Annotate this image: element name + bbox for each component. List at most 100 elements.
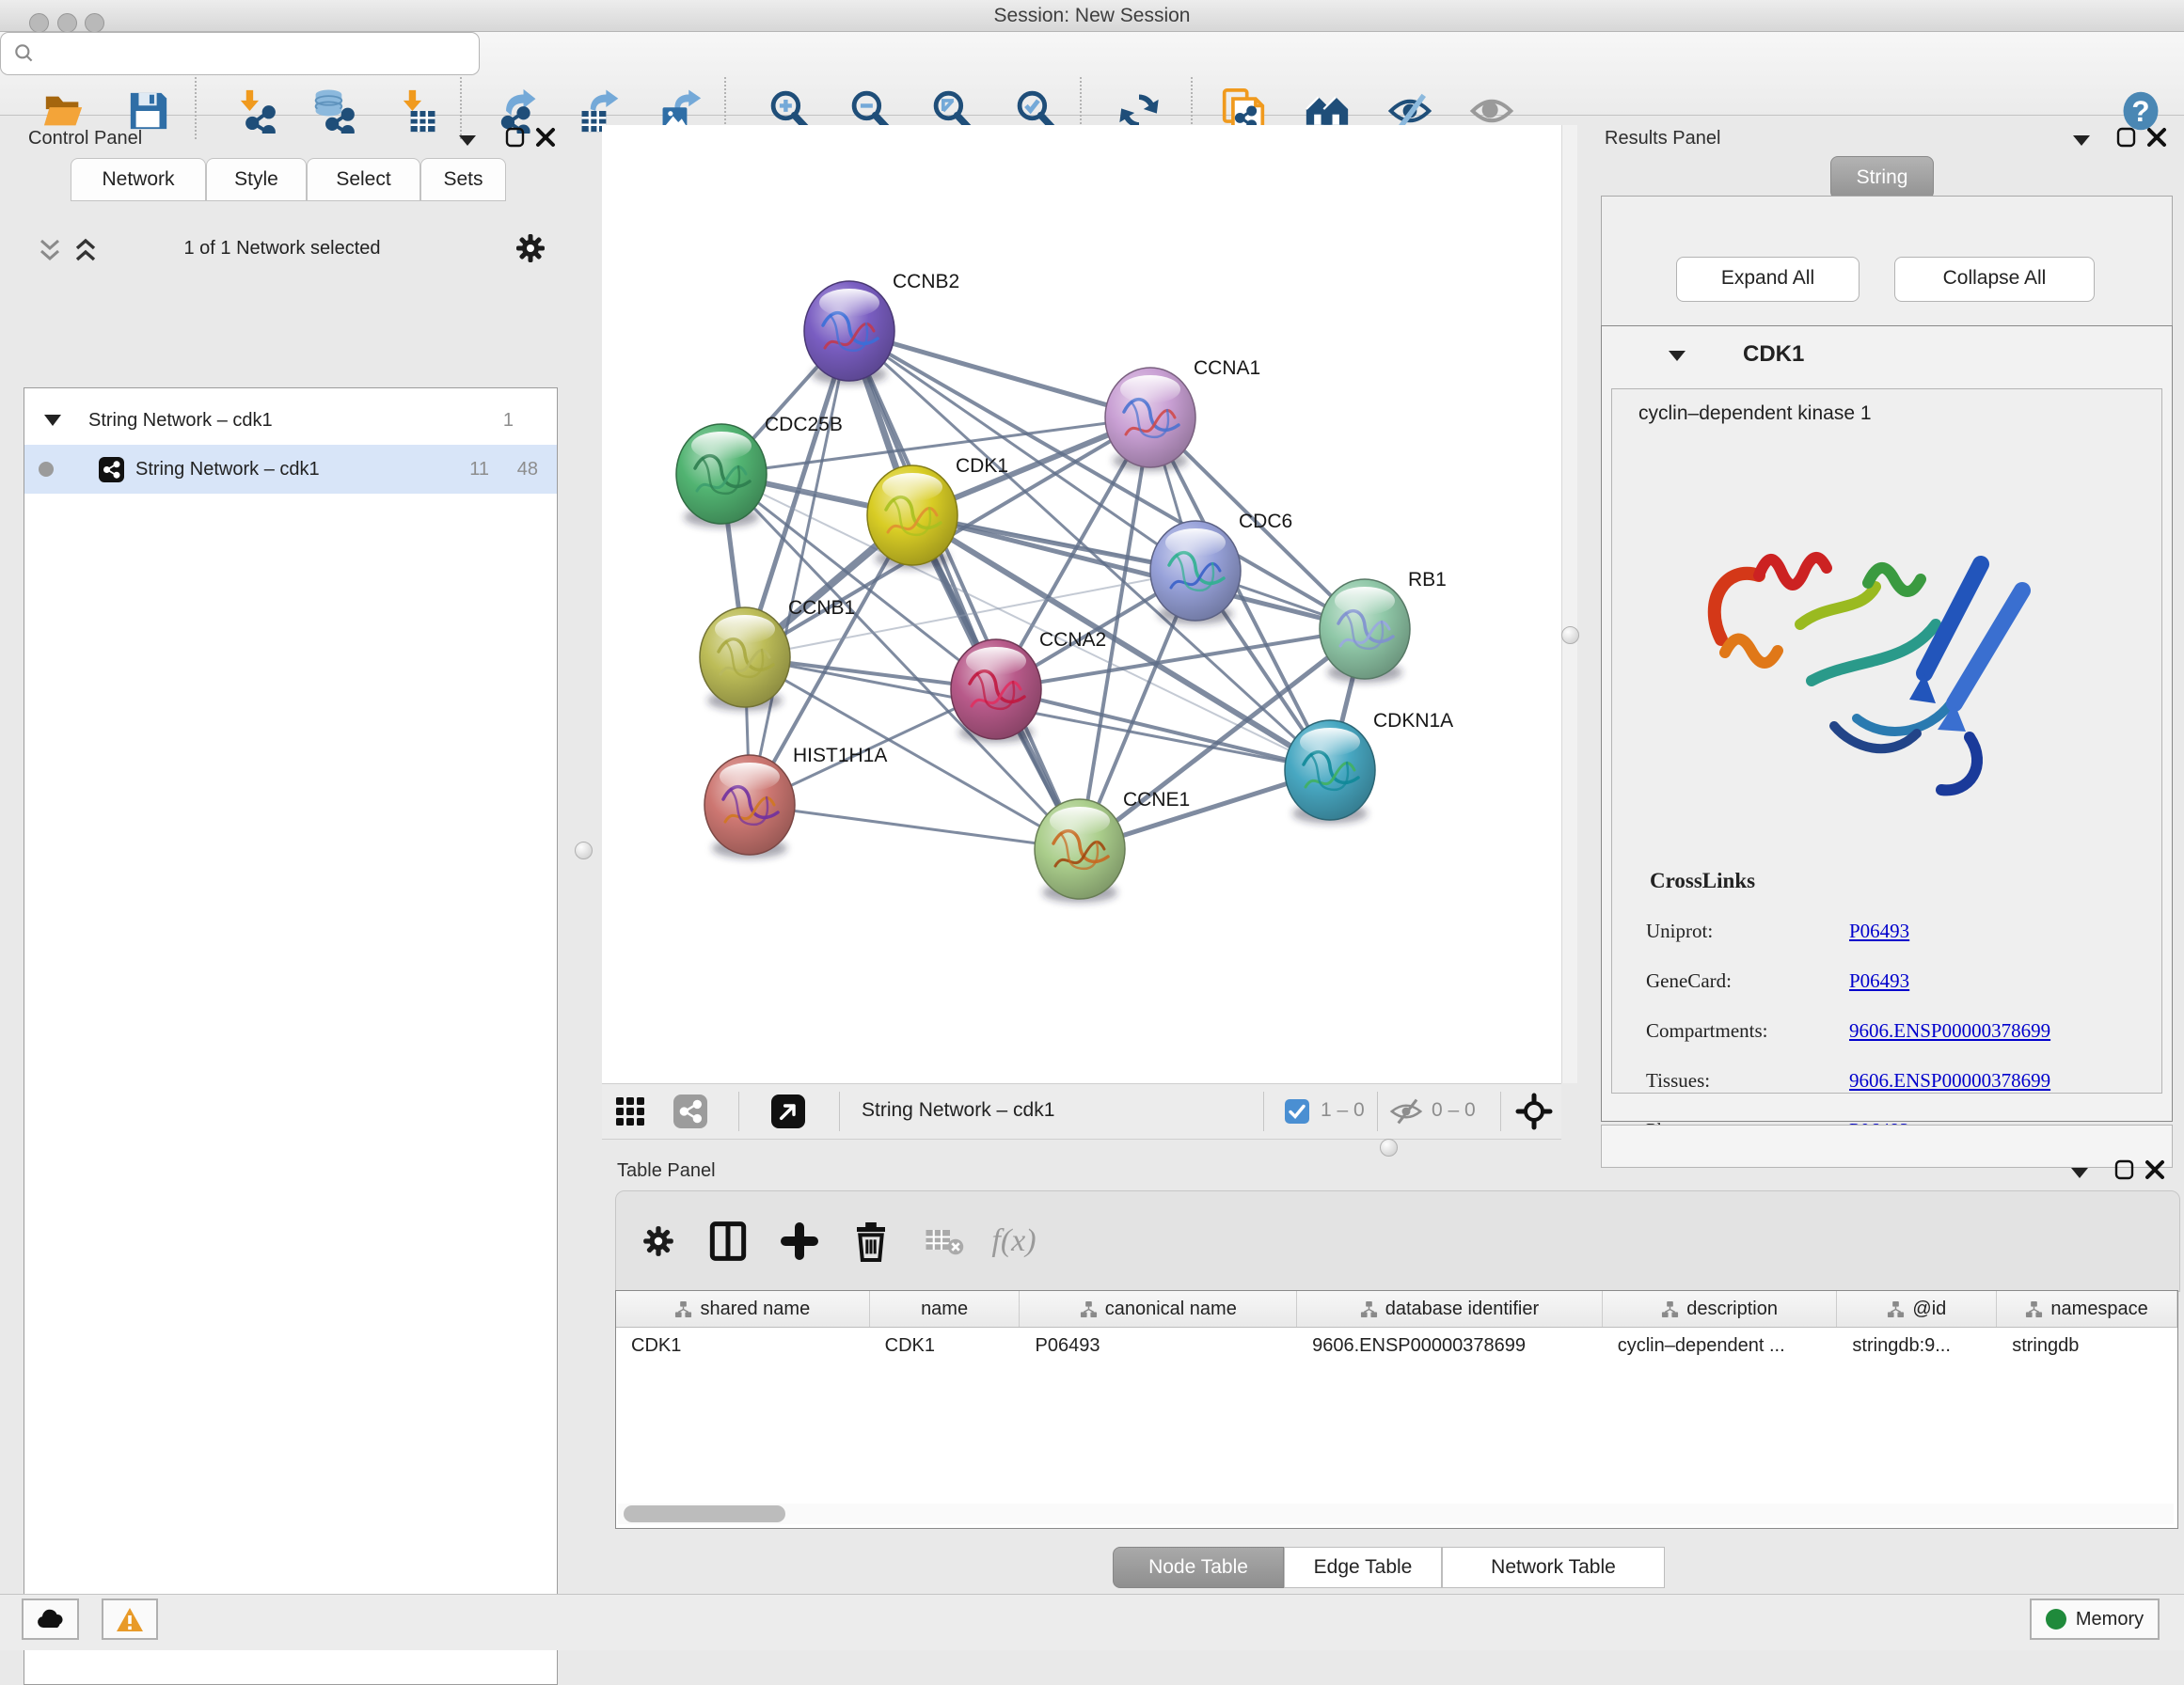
- netbar-divider: [839, 1092, 840, 1131]
- column-header-label: shared name: [700, 1299, 810, 1320]
- network-edge[interactable]: [750, 805, 1080, 849]
- warnings-button[interactable]: [102, 1598, 158, 1640]
- column-type-icon: [1080, 1300, 1098, 1318]
- memory-button[interactable]: Memory: [2030, 1598, 2160, 1640]
- expand-all-icon[interactable]: [71, 235, 100, 267]
- network-collection-row[interactable]: String Network – cdk1 1: [24, 396, 557, 445]
- show-columns-icon[interactable]: [703, 1216, 753, 1267]
- add-column-icon[interactable]: [774, 1216, 825, 1267]
- network-edge[interactable]: [996, 689, 1330, 770]
- table-cell[interactable]: CDK1: [870, 1328, 1021, 1363]
- node-label: RB1: [1408, 569, 1447, 591]
- network-edge[interactable]: [750, 331, 849, 805]
- entry-name: CDK1: [1743, 341, 1804, 368]
- entry-collapse-icon[interactable]: [1667, 349, 1687, 362]
- table-cell[interactable]: CDK1: [616, 1328, 870, 1363]
- panel-float-icon[interactable]: [2115, 126, 2138, 149]
- collapse-all-button[interactable]: Collapse All: [1894, 257, 2095, 302]
- panel-menu-icon[interactable]: [2069, 1166, 2090, 1179]
- tab-select[interactable]: Select: [307, 158, 420, 201]
- network-view-toolbar: String Network – cdk1 1 – 0 0 – 0: [602, 1083, 1561, 1140]
- tab-string[interactable]: String: [1830, 156, 1934, 199]
- table-settings-gear-icon[interactable]: [633, 1216, 684, 1267]
- column-header[interactable]: description: [1603, 1291, 1838, 1327]
- crosslink-label: GeneCard:: [1646, 969, 1732, 993]
- node-count: 11: [469, 459, 489, 480]
- gear-icon[interactable]: [514, 231, 547, 265]
- network-edge[interactable]: [849, 331, 1080, 849]
- selected-checkbox-icon[interactable]: [1285, 1099, 1309, 1124]
- table-hscrollbar-thumb[interactable]: [624, 1505, 785, 1522]
- table-hscrollbar[interactable]: [618, 1504, 2174, 1524]
- panel-close-icon[interactable]: [2145, 126, 2168, 149]
- results-panel-title: Results Panel: [1605, 128, 1720, 150]
- tab-node-table[interactable]: Node Table: [1113, 1547, 1284, 1588]
- crosslink-link[interactable]: 9606.ENSP00000378699: [1849, 1019, 2050, 1043]
- search-input[interactable]: [0, 32, 480, 75]
- network-node[interactable]: CCNA1: [1105, 357, 1260, 471]
- column-header-label: database identifier: [1385, 1299, 1539, 1320]
- cloud-button[interactable]: [22, 1598, 79, 1640]
- column-type-icon: [674, 1300, 692, 1318]
- network-node[interactable]: CCNB1: [700, 597, 855, 711]
- network-canvas[interactable]: CCNB2CCNA1CDC25BCDK1CDC6RB1CCNB1CCNA2CDK…: [602, 125, 1561, 1083]
- node-label: CCNE1: [1123, 789, 1190, 811]
- open-in-window-icon[interactable]: [771, 1094, 805, 1128]
- crosslink-link[interactable]: 9606.ENSP00000378699: [1849, 1069, 2050, 1093]
- protein-structure-image: [1687, 493, 2082, 841]
- results-controls: Expand All Collapse All: [1601, 196, 2173, 327]
- column-header-label: name: [921, 1299, 968, 1320]
- crosslink-label: Uniprot:: [1646, 920, 1713, 943]
- network-edge[interactable]: [849, 331, 1150, 417]
- column-header[interactable]: name: [870, 1291, 1021, 1327]
- crosshair-icon[interactable]: [1515, 1093, 1553, 1130]
- column-type-icon: [2025, 1300, 2043, 1318]
- expand-all-button[interactable]: Expand All: [1676, 257, 1860, 302]
- delete-table-icon: [919, 1216, 970, 1267]
- panel-menu-icon[interactable]: [2071, 134, 2092, 147]
- tab-style[interactable]: Style: [206, 158, 307, 201]
- panel-close-icon[interactable]: [534, 126, 557, 149]
- network-node[interactable]: RB1: [1320, 569, 1447, 683]
- column-header-label: canonical name: [1105, 1299, 1237, 1320]
- delete-column-icon[interactable]: [846, 1216, 896, 1267]
- network-node[interactable]: CCNE1: [1035, 789, 1190, 903]
- panel-float-icon[interactable]: [2113, 1158, 2136, 1181]
- column-header[interactable]: database identifier: [1297, 1291, 1603, 1327]
- tab-network-table[interactable]: Network Table: [1442, 1547, 1665, 1588]
- column-header[interactable]: canonical name: [1020, 1291, 1297, 1327]
- birdseye-grid-icon[interactable]: [615, 1096, 645, 1126]
- table-cell[interactable]: P06493: [1020, 1328, 1297, 1363]
- panel-close-icon[interactable]: [2144, 1158, 2166, 1181]
- search-field[interactable]: [37, 42, 479, 66]
- column-header[interactable]: shared name: [616, 1291, 870, 1327]
- main-toolbar: ?: [0, 32, 2184, 116]
- network-node[interactable]: CCNA2: [951, 629, 1106, 743]
- panel-float-icon[interactable]: [504, 126, 527, 149]
- tab-sets[interactable]: Sets: [420, 158, 506, 201]
- network-row[interactable]: String Network – cdk1 11 48: [24, 445, 557, 494]
- right-splitter-handle[interactable]: [1561, 626, 1579, 644]
- collapse-all-icon[interactable]: [36, 235, 64, 267]
- table-cell[interactable]: stringdb: [1997, 1328, 2177, 1363]
- tab-edge-table[interactable]: Edge Table: [1284, 1547, 1442, 1588]
- left-splitter-handle[interactable]: [575, 842, 593, 859]
- crosslink-link[interactable]: P06493: [1849, 920, 1909, 943]
- network-node[interactable]: HIST1H1A: [704, 745, 887, 858]
- column-header[interactable]: @id: [1837, 1291, 1997, 1327]
- tree-expand-icon[interactable]: [43, 414, 62, 427]
- netbar-divider: [1500, 1092, 1501, 1131]
- table-cell[interactable]: stringdb:9...: [1837, 1328, 1997, 1363]
- tab-network[interactable]: Network: [71, 158, 206, 201]
- network-node[interactable]: CDKN1A: [1285, 710, 1453, 824]
- results-splitter[interactable]: [1561, 125, 1577, 1083]
- column-header[interactable]: namespace: [1997, 1291, 2177, 1327]
- table-row[interactable]: CDK1CDK1P064939606.ENSP00000378699cyclin…: [616, 1328, 2177, 1363]
- network-badge-icon[interactable]: [673, 1094, 707, 1128]
- table-cell[interactable]: cyclin–dependent ...: [1603, 1328, 1838, 1363]
- status-bar: Memory: [0, 1594, 2184, 1650]
- crosslink-link[interactable]: P06493: [1849, 969, 1909, 993]
- panel-menu-icon[interactable]: [457, 134, 478, 147]
- table-cell[interactable]: 9606.ENSP00000378699: [1297, 1328, 1603, 1363]
- network-node[interactable]: CCNB2: [804, 271, 959, 385]
